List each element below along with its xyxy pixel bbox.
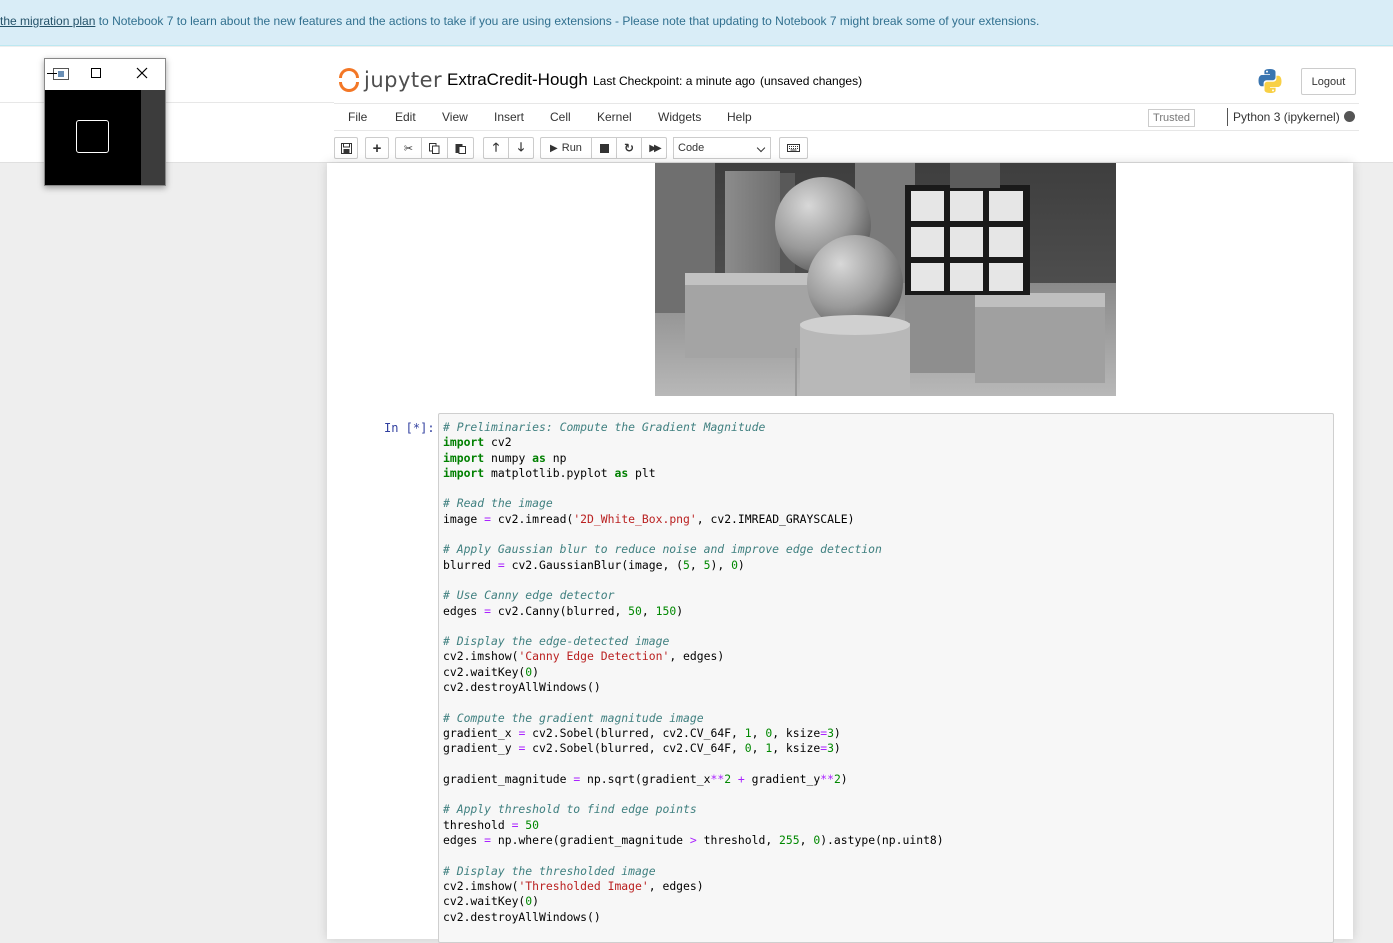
- opencv-image-canvas: [45, 90, 141, 185]
- menu-edit[interactable]: Edit: [395, 110, 416, 124]
- cell-type-value: Code: [678, 142, 705, 154]
- cell-prompt: In [*]:: [384, 421, 435, 435]
- menu-bar: [334, 103, 1359, 131]
- menu-help[interactable]: Help: [727, 110, 752, 124]
- jupyter-logo-icon: [337, 66, 359, 94]
- menu-file[interactable]: File: [348, 110, 367, 124]
- copy-icon: [429, 142, 440, 154]
- cell-type-select[interactable]: Code: [673, 137, 771, 159]
- detected-square-outline: [76, 120, 109, 153]
- run-button-group: ▶ Run ↻ ▶▶: [540, 137, 667, 159]
- opencv-window-scrollbar[interactable]: [141, 90, 165, 185]
- jupyter-logo-text: jupyter: [364, 68, 443, 92]
- play-icon: ▶: [550, 142, 558, 154]
- menu-cell[interactable]: Cell: [550, 110, 571, 124]
- save-icon: [340, 142, 352, 154]
- run-button[interactable]: ▶ Run: [540, 137, 592, 159]
- command-palette-button[interactable]: [779, 137, 808, 159]
- python-logo-icon: [1258, 69, 1282, 93]
- close-icon[interactable]: [136, 67, 148, 79]
- migration-plan-link[interactable]: the migration plan: [0, 14, 95, 28]
- restart-run-all-button[interactable]: ▶▶: [641, 137, 667, 159]
- plus-icon: +: [372, 139, 382, 157]
- restart-icon: ↻: [623, 141, 635, 155]
- notebook-title[interactable]: ExtraCredit-Hough: [447, 70, 588, 90]
- minimize-icon[interactable]: [47, 73, 57, 74]
- opencv-window-titlebar[interactable]: [45, 59, 165, 90]
- kernel-name[interactable]: Python 3 (ipykernel): [1233, 110, 1340, 124]
- maximize-icon[interactable]: [91, 68, 101, 78]
- cut-button[interactable]: ✂: [395, 137, 422, 159]
- opencv-window[interactable]: [44, 58, 166, 186]
- jupyter-logo[interactable]: jupyter: [337, 66, 442, 94]
- run-label: Run: [561, 142, 582, 154]
- insert-cell-button[interactable]: +: [365, 137, 389, 159]
- move-down-button[interactable]: 🡓: [508, 137, 534, 159]
- chevron-down-icon: [756, 143, 766, 153]
- unsaved-changes-indicator: (unsaved changes): [760, 74, 863, 88]
- interrupt-button[interactable]: [591, 137, 617, 159]
- last-checkpoint: Last Checkpoint: a minute ago: [593, 74, 756, 88]
- fast-forward-icon: ▶▶: [649, 142, 662, 154]
- paste-icon: [455, 143, 466, 154]
- notebook7-banner: the migration plan to Notebook 7 to lear…: [0, 0, 1393, 46]
- move-button-group: 🡑 🡓: [483, 137, 534, 159]
- logout-button[interactable]: Logout: [1301, 68, 1356, 95]
- trusted-badge[interactable]: Trusted: [1148, 109, 1195, 127]
- save-button[interactable]: [334, 137, 358, 159]
- menu-view[interactable]: View: [442, 110, 468, 124]
- paste-button[interactable]: [447, 137, 474, 159]
- kernel-busy-indicator: [1344, 111, 1355, 122]
- output-image: [655, 163, 1116, 396]
- stop-icon: [599, 143, 609, 153]
- move-up-button[interactable]: 🡑: [483, 137, 509, 159]
- banner-text: to Notebook 7 to learn about the new fea…: [95, 14, 1040, 28]
- scissors-icon: ✂: [403, 142, 414, 155]
- menu-widgets[interactable]: Widgets: [658, 110, 701, 124]
- menu-insert[interactable]: Insert: [494, 110, 524, 124]
- edit-button-group: ✂: [395, 137, 474, 159]
- copy-button[interactable]: [421, 137, 448, 159]
- arrow-down-icon: 🡓: [517, 139, 525, 154]
- arrow-up-icon: 🡑: [492, 139, 500, 154]
- code-content[interactable]: # Preliminaries: Compute the Gradient Ma…: [443, 420, 944, 925]
- window-app-icon: [53, 68, 69, 80]
- keyboard-icon: [787, 144, 800, 152]
- restart-button[interactable]: ↻: [616, 137, 642, 159]
- menu-kernel[interactable]: Kernel: [597, 110, 632, 124]
- kernel-separator: [1227, 108, 1228, 126]
